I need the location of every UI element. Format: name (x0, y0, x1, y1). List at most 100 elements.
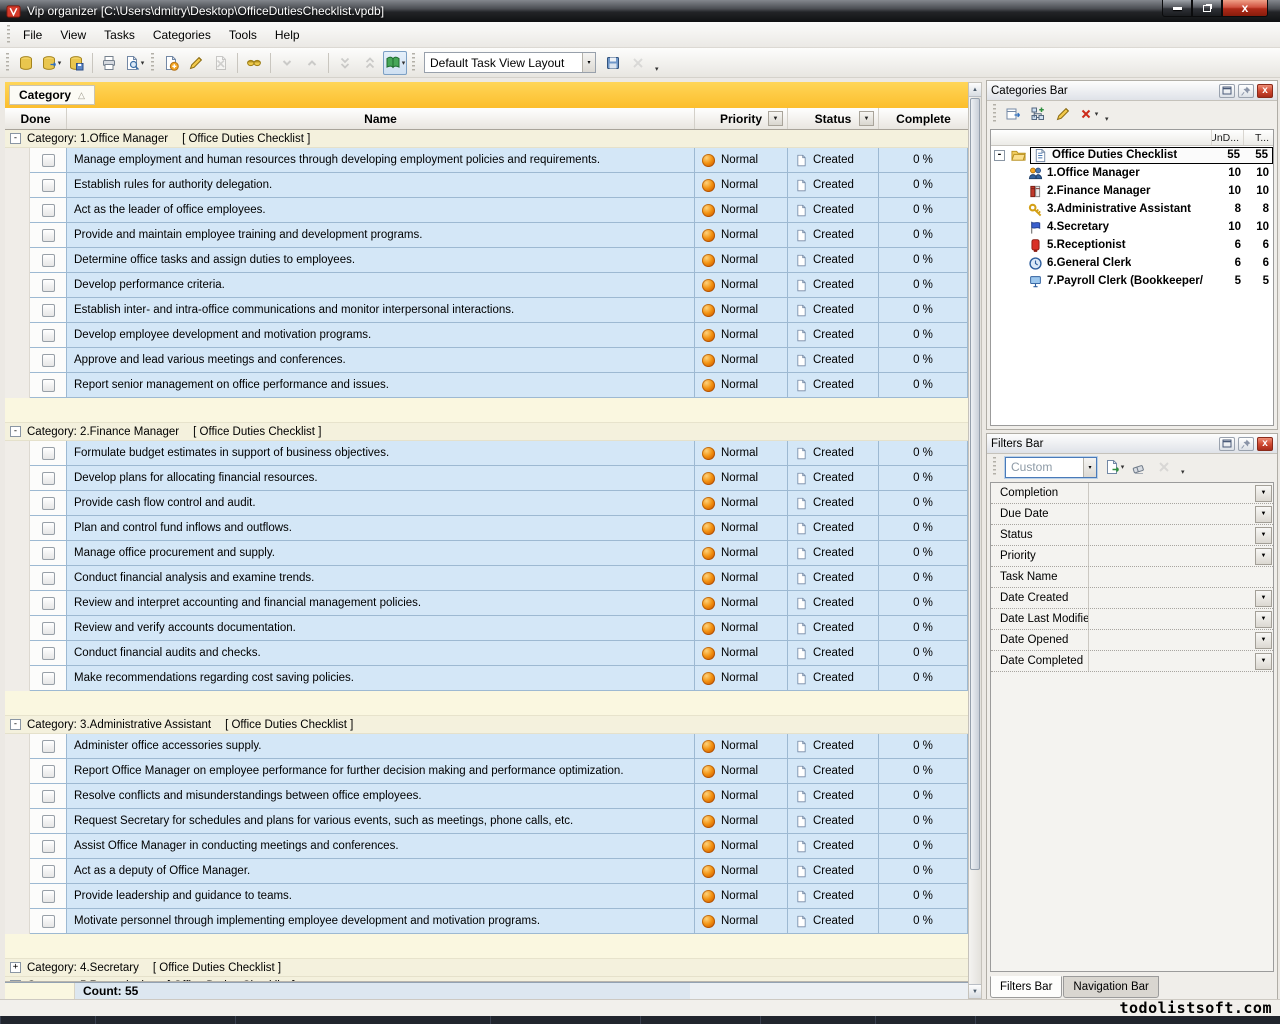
filter-dropdown-button[interactable]: ▼ (1255, 506, 1272, 523)
priority-filter-dropdown[interactable]: ▼ (768, 111, 783, 126)
float-panel-button[interactable] (1219, 84, 1235, 98)
task-row[interactable]: Resolve conflicts and misunderstandings … (5, 784, 968, 809)
category-tree-item[interactable]: 7.Payroll Clerk (Bookkeeper/55 (991, 272, 1273, 290)
toolbar-options-caret[interactable]: ▾ (1177, 468, 1189, 476)
toolbar-options-caret[interactable]: ▾ (651, 65, 663, 73)
task-done-checkbox[interactable] (42, 522, 55, 535)
task-row[interactable]: Determine office tasks and assign duties… (5, 248, 968, 273)
task-done-checkbox[interactable] (42, 304, 55, 317)
task-done-checkbox[interactable] (42, 472, 55, 485)
task-done-checkbox[interactable] (42, 329, 55, 342)
filter-value[interactable] (1088, 630, 1255, 650)
column-header-priority[interactable]: Priority▼ (695, 108, 788, 129)
edit-task-button[interactable] (184, 51, 208, 75)
expand-collapse-icon[interactable]: - (10, 719, 21, 730)
task-done-checkbox[interactable] (42, 622, 55, 635)
pin-panel-button[interactable] (1238, 437, 1254, 451)
filter-value[interactable] (1088, 483, 1255, 503)
column-header-status[interactable]: Status▼ (788, 108, 879, 129)
task-row[interactable]: Manage employment and human resources th… (5, 148, 968, 173)
filter-dropdown-button[interactable]: ▼ (1255, 611, 1272, 628)
menu-categories[interactable]: Categories (144, 24, 220, 46)
task-done-checkbox[interactable] (42, 497, 55, 510)
task-row[interactable]: Report senior management on office perfo… (5, 373, 968, 398)
task-row[interactable]: Review and interpret accounting and fina… (5, 591, 968, 616)
category-group-row[interactable]: -Category: 1.Office Manager[ Office Duti… (5, 130, 968, 148)
status-filter-dropdown[interactable]: ▼ (859, 111, 874, 126)
task-done-checkbox[interactable] (42, 154, 55, 167)
task-done-checkbox[interactable] (42, 765, 55, 778)
task-done-checkbox[interactable] (42, 229, 55, 242)
task-row[interactable]: Assist Office Manager in conducting meet… (5, 834, 968, 859)
menu-file[interactable]: File (14, 24, 51, 46)
category-tree-item[interactable]: 5.Receptionist66 (991, 236, 1273, 254)
filter-row[interactable]: Date Completed▼ (991, 651, 1273, 672)
task-row[interactable]: Establish inter- and intra-office commun… (5, 298, 968, 323)
print-button[interactable] (97, 51, 121, 75)
filter-dropdown-button[interactable]: ▼ (1255, 653, 1272, 670)
filter-row[interactable]: Status▼ (991, 525, 1273, 546)
filter-value[interactable] (1088, 546, 1255, 566)
task-row[interactable]: Conduct financial analysis and examine t… (5, 566, 968, 591)
task-done-checkbox[interactable] (42, 740, 55, 753)
add-category-button[interactable] (1026, 102, 1050, 126)
task-done-checkbox[interactable] (42, 572, 55, 585)
category-tree-item[interactable]: 1.Office Manager1010 (991, 164, 1273, 182)
task-done-checkbox[interactable] (42, 915, 55, 928)
total-column-header[interactable]: T... (1243, 130, 1273, 145)
dropdown-caret-icon[interactable]: ▾ (1095, 110, 1099, 118)
minimize-button[interactable] (1162, 0, 1192, 17)
expand-collapse-icon[interactable]: - (10, 133, 21, 144)
task-row[interactable]: Provide leadership and guidance to teams… (5, 884, 968, 909)
filter-value[interactable] (1088, 609, 1255, 629)
category-group-row[interactable]: -Category: 3.Administrative Assistant[ O… (5, 716, 968, 734)
save-database-button[interactable] (64, 51, 88, 75)
task-done-checkbox[interactable] (42, 354, 55, 367)
task-done-checkbox[interactable] (42, 447, 55, 460)
combo-dropdown-button[interactable]: ▾ (582, 53, 595, 72)
task-row[interactable]: Request Secretary for schedules and plan… (5, 809, 968, 834)
task-done-checkbox[interactable] (42, 865, 55, 878)
undone-column-header[interactable]: UnD... (1211, 130, 1243, 145)
task-row[interactable]: Provide and maintain employee training a… (5, 223, 968, 248)
tab-filters-bar[interactable]: Filters Bar (990, 976, 1062, 998)
category-tree-item[interactable]: 6.General Clerk66 (991, 254, 1273, 272)
category-group-row[interactable]: -Category: 2.Finance Manager[ Office Dut… (5, 423, 968, 441)
save-layout-button[interactable] (601, 51, 625, 75)
task-done-checkbox[interactable] (42, 279, 55, 292)
delete-category-button[interactable]: ▾ (1076, 102, 1100, 126)
print-preview-button[interactable]: ▾ (122, 51, 146, 75)
task-row[interactable]: Establish rules for authority delegation… (5, 173, 968, 198)
task-done-checkbox[interactable] (42, 179, 55, 192)
new-database-button[interactable] (14, 51, 38, 75)
filter-value[interactable] (1088, 588, 1255, 608)
layout-combo[interactable]: Default Task View Layout▾ (424, 52, 596, 73)
restore-button[interactable] (1192, 0, 1222, 17)
task-row[interactable]: Make recommendations regarding cost savi… (5, 666, 968, 691)
task-row[interactable]: Act as a deputy of Office Manager.Normal… (5, 859, 968, 884)
menu-view[interactable]: View (51, 24, 95, 46)
task-row[interactable]: Formulate budget estimates in support of… (5, 441, 968, 466)
column-header-done[interactable]: Done (5, 108, 67, 129)
task-row[interactable]: Develop employee development and motivat… (5, 323, 968, 348)
task-row[interactable]: Develop performance criteria.NormalCreat… (5, 273, 968, 298)
vertical-scrollbar[interactable]: ▲ ▼ (968, 82, 982, 999)
expand-collapse-icon[interactable]: - (10, 426, 21, 437)
edit-category-button[interactable] (1051, 102, 1075, 126)
close-button[interactable]: x (1222, 0, 1268, 17)
category-tree-item[interactable]: 4.Secretary1010 (991, 218, 1273, 236)
task-row[interactable]: Provide cash flow control and audit.Norm… (5, 491, 968, 516)
dropdown-caret-icon[interactable]: ▾ (58, 59, 62, 67)
filter-value[interactable] (1088, 651, 1255, 671)
task-row[interactable]: Review and verify accounts documentation… (5, 616, 968, 641)
filter-preset-combo[interactable]: Custom▾ (1005, 457, 1097, 478)
filter-dropdown-button[interactable]: ▼ (1255, 590, 1272, 607)
task-row[interactable]: Motivate personnel through implementing … (5, 909, 968, 934)
filter-row[interactable]: Date Last Modified▼ (991, 609, 1273, 630)
category-tree-item[interactable]: 2.Finance Manager1010 (991, 182, 1273, 200)
close-panel-button[interactable]: x (1257, 437, 1273, 451)
filter-dropdown-button[interactable]: ▼ (1255, 527, 1272, 544)
task-done-checkbox[interactable] (42, 647, 55, 660)
filter-row[interactable]: Completion▼ (991, 483, 1273, 504)
add-checklist-button[interactable] (1001, 102, 1025, 126)
